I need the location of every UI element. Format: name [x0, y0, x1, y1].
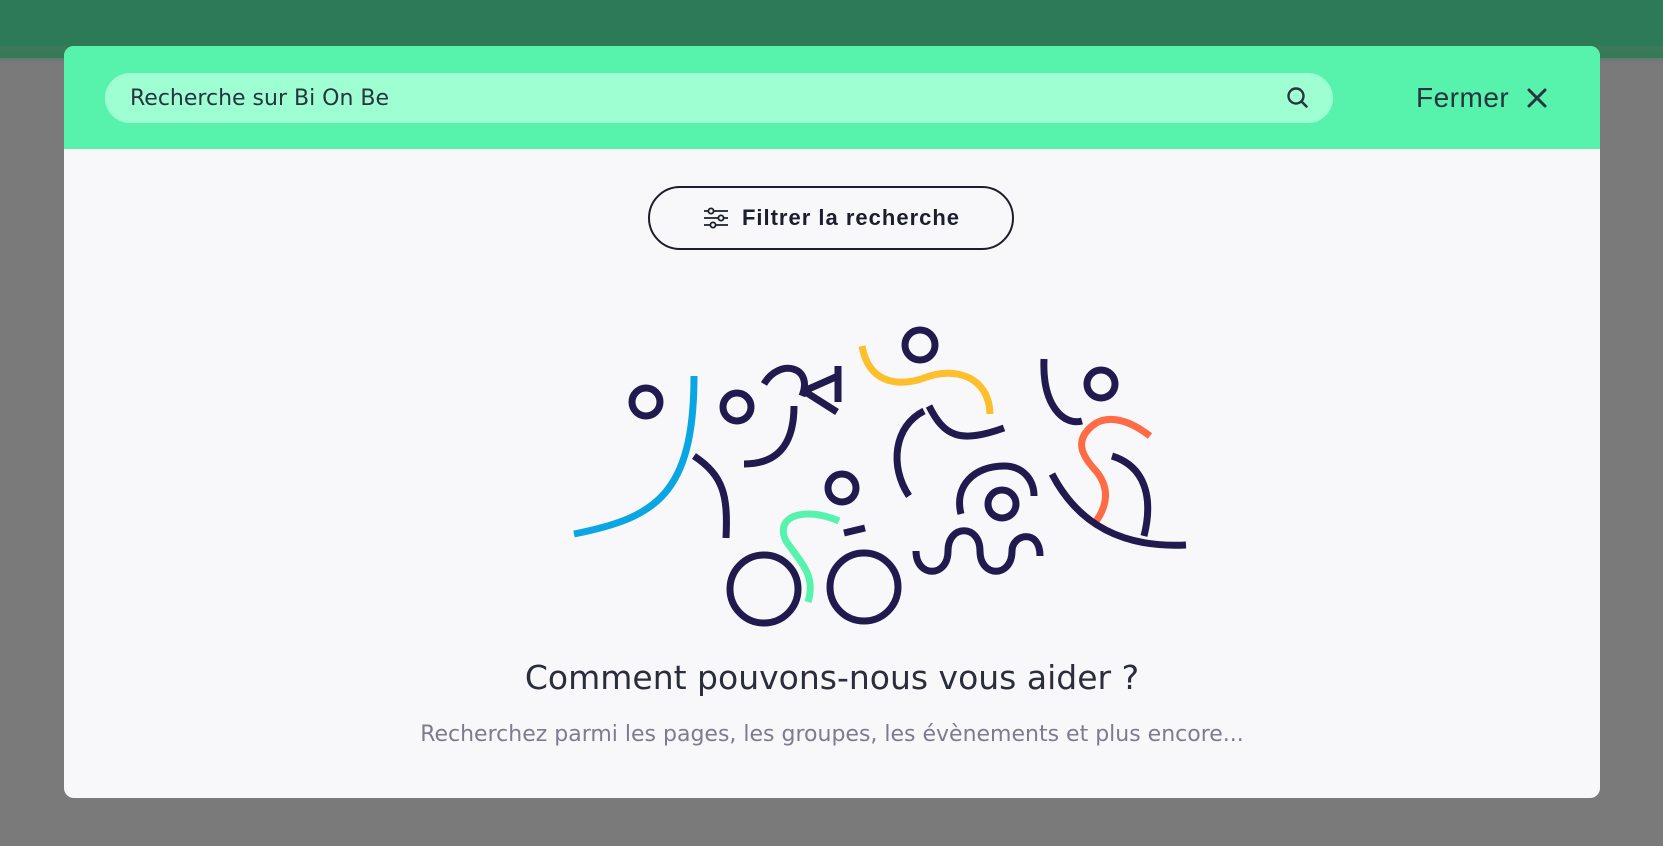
close-icon[interactable]	[1525, 86, 1549, 110]
empty-state-subtitle: Recherchez parmi les pages, les groupes,…	[420, 722, 1244, 747]
close-label: Fermer	[1416, 82, 1510, 113]
empty-state-title: Comment pouvons-nous vous aider ?	[524, 658, 1140, 697]
close-button[interactable]: Fermer	[1416, 73, 1549, 123]
search-input[interactable]	[105, 73, 1265, 123]
modal-header: Fermer	[64, 46, 1600, 149]
filter-label: Filtrer la recherche	[741, 205, 961, 230]
search-box[interactable]	[105, 73, 1333, 123]
sliders-icon	[702, 206, 730, 230]
search-modal: Fermer Filtrer la recherche	[64, 46, 1600, 798]
sports-illustration	[573, 326, 1187, 627]
search-icon[interactable]	[1285, 85, 1311, 111]
filter-search-button[interactable]: Filtrer la recherche	[648, 186, 1014, 250]
